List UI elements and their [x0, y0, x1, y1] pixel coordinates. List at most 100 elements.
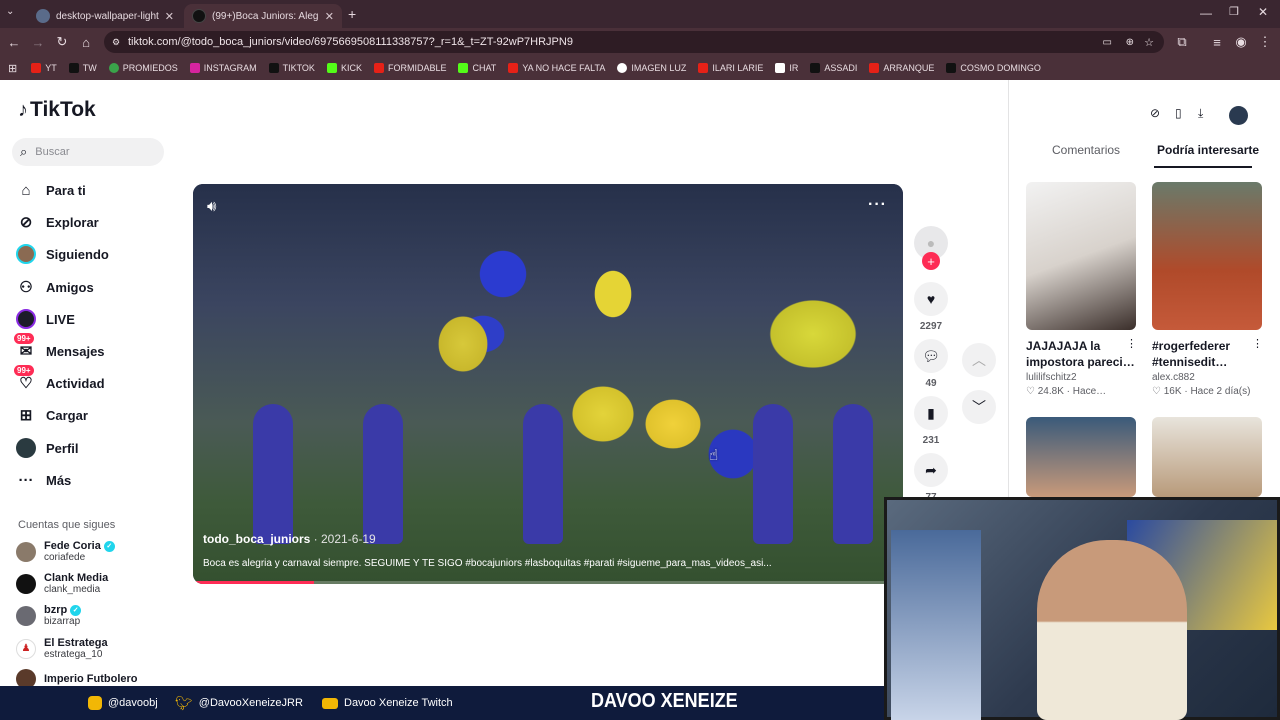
browser-tab-wallpaper[interactable]: desktop-wallpaper-light-yellow ✕ — [28, 4, 182, 28]
bookmark-chat[interactable]: CHAT — [458, 63, 496, 73]
youtube-icon — [869, 63, 880, 73]
browser-menu-icon[interactable]: ⋮ — [1253, 30, 1277, 54]
stream-overlay-bar: @davoobj 🐦︎ @DavooXeneizeJRR Davoo Xeneiz… — [0, 686, 884, 720]
like-button[interactable]: ♥ 2297 — [913, 282, 949, 332]
bookmark-promiedos[interactable]: PROMIEDOS — [108, 63, 178, 73]
site-info-icon[interactable]: ⚙ — [112, 37, 120, 48]
bookmark-tiktok[interactable]: TIKTOK — [268, 63, 315, 73]
kick-icon — [458, 63, 469, 73]
tiktok-icon — [268, 63, 279, 73]
bookmark-kick[interactable]: KICK — [326, 63, 362, 73]
bookmark-ilari-larie[interactable]: ILARI LARIE — [698, 63, 763, 73]
close-window-icon[interactable]: ✕ — [1258, 5, 1268, 19]
previous-video-button[interactable]: ︿ — [962, 343, 996, 377]
close-tab-icon[interactable]: ✕ — [165, 10, 174, 23]
bookmark-ir[interactable]: IR — [775, 63, 798, 73]
friends-icon: ⚇ — [19, 279, 33, 296]
nav-cargar[interactable]: ⊞ Cargar — [16, 402, 88, 428]
compass-icon[interactable]: ⊘ — [1150, 106, 1160, 120]
follow-plus-icon[interactable]: + — [922, 252, 940, 270]
bookmark-cosmo-domingo[interactable]: COSMO DOMINGO — [946, 63, 1041, 73]
stream-twitter: 🐦︎ @DavooXeneizeJRR — [175, 694, 303, 711]
more-options-icon[interactable]: ··· — [868, 196, 887, 214]
stream-twitch: Davoo Xeneize Twitch — [322, 697, 453, 709]
heart-icon: ♥ — [914, 282, 948, 316]
bookmark-yt[interactable]: YT — [31, 63, 57, 73]
tiktok-note-icon: ♪ — [18, 98, 28, 121]
browser-tab-tiktok[interactable]: (99+)Boca Juniors: Alegría y Ca ✕ — [184, 4, 342, 28]
profile-icon — [16, 438, 36, 458]
active-tab-indicator — [1154, 166, 1252, 168]
reload-icon[interactable]: ↻ — [50, 30, 74, 54]
bookmark-arranque[interactable]: ARRANQUE — [869, 63, 934, 73]
comment-button[interactable]: 💬︎ 49 — [913, 339, 949, 389]
install-app-icon[interactable]: ▭ — [1103, 37, 1112, 48]
restore-icon[interactable]: ❐ — [1229, 5, 1239, 18]
bookmark-ya-no-hace-falta[interactable]: YA NO HACE FALTA — [508, 63, 605, 73]
more-icon: ··· — [18, 471, 34, 489]
bookmark-tw[interactable]: TW — [68, 63, 97, 73]
minimize-icon[interactable]: — — [1200, 6, 1212, 20]
back-icon[interactable]: ← — [2, 30, 26, 54]
nav-explorar[interactable]: ⊘ Explorar — [16, 209, 99, 235]
close-tab-icon[interactable]: ✕ — [325, 10, 334, 23]
video-progress-bar[interactable] — [193, 581, 903, 584]
sound-icon[interactable]: 🔊︎ — [207, 198, 216, 215]
home-icon[interactable]: ⌂ — [74, 30, 98, 54]
address-bar[interactable]: ⚙ tiktok.com/@todo_boca_juniors/video/69… — [104, 31, 1164, 53]
nav-mas[interactable]: ··· Más — [16, 467, 72, 493]
following-account[interactable]: Fede Coria ✓ coriafede — [16, 540, 115, 563]
share-button[interactable]: ➦77 — [913, 453, 949, 503]
following-account[interactable]: bzrp ✓ bizarrap — [16, 604, 82, 627]
nav-para-ti[interactable]: ⌂ Para ti — [16, 177, 85, 203]
compass-icon: ⊘ — [19, 214, 33, 231]
search-input[interactable]: ⌕ Buscar — [12, 138, 164, 166]
profile-avatar-icon[interactable]: ◉ — [1229, 30, 1253, 54]
video-author[interactable]: todo_boca_juniors · 2021-6-19 — [203, 532, 376, 546]
tiktok-logo[interactable]: ♪ TikTok — [18, 98, 96, 122]
new-tab-icon[interactable]: + — [348, 6, 356, 22]
bookmark-assadi[interactable]: ASSADI — [810, 63, 857, 73]
suggested-video-card[interactable] — [1152, 417, 1262, 497]
streamer-webcam — [884, 497, 1280, 720]
tab-comentarios[interactable]: Comentarios — [1052, 143, 1120, 157]
following-account[interactable]: ♟ El Estratega estratega_10 — [16, 637, 108, 660]
nav-actividad[interactable]: ♡ 99+ Actividad — [14, 365, 105, 396]
card-more-icon[interactable]: ⋮ — [1252, 337, 1263, 350]
nav-mensajes[interactable]: ✉ 99+ Mensajes — [14, 333, 105, 364]
promiedos-icon — [108, 63, 119, 73]
bookmark-instagram[interactable]: INSTAGRAM — [189, 63, 257, 73]
download-icon[interactable]: ⤓ — [1198, 106, 1203, 121]
save-button[interactable]: ▮ 231 — [913, 396, 949, 446]
instagram-icon — [88, 696, 102, 710]
suggested-video-card[interactable] — [1026, 417, 1136, 497]
tab-search-icon[interactable]: ⌄ — [6, 6, 14, 17]
forward-icon[interactable]: → — [26, 30, 50, 54]
video-player[interactable]: 🔊︎ ··· todo_boca_juniors · 2021-6-19 Boc… — [193, 184, 903, 584]
following-account[interactable]: Clank Media clank_media — [16, 572, 108, 595]
bookmark-imagen-luz[interactable]: IMAGEN LUZ — [617, 63, 686, 73]
video-thumbnail — [1026, 182, 1136, 330]
apps-grid-icon[interactable]: ⊞ — [8, 62, 17, 75]
suggested-video-card[interactable]: JAJAJAJA la impostora pareci… lulilifsch… — [1026, 182, 1136, 397]
creator-avatar-button[interactable]: ● + — [913, 226, 949, 270]
media-icon[interactable]: ≡ — [1205, 30, 1229, 54]
browser-tab-strip: ⌄ desktop-wallpaper-light-yellow ✕ (99+)… — [0, 0, 1280, 28]
extensions-icon[interactable]: ⧉ — [1170, 30, 1194, 54]
video-frame — [193, 184, 903, 584]
nav-perfil[interactable]: Perfil — [16, 435, 79, 461]
profile-avatar-icon[interactable] — [1229, 106, 1248, 125]
card-more-icon[interactable]: ⋮ — [1126, 337, 1137, 350]
suggested-video-card[interactable]: #rogerfederer #tennisedit… alex.c882 ♡ 1… — [1152, 182, 1262, 397]
next-video-button[interactable]: ﹀ — [962, 390, 996, 424]
bookmark-star-icon[interactable]: ☆ — [1144, 36, 1154, 49]
bookmark-formidable[interactable]: FORMIDABLE — [373, 63, 446, 73]
heart-outline-icon: ♡ — [1026, 386, 1035, 397]
nav-siguiendo[interactable]: Siguiendo — [16, 241, 109, 267]
phone-icon[interactable]: ▯ — [1175, 106, 1182, 120]
avatar — [16, 605, 36, 626]
zoom-icon[interactable]: ⊕ — [1126, 37, 1134, 48]
nav-amigos[interactable]: ⚇ Amigos — [16, 274, 93, 300]
tab-podria-interesarte[interactable]: Podría interesarte — [1157, 143, 1259, 157]
nav-live[interactable]: LIVE — [16, 306, 75, 332]
